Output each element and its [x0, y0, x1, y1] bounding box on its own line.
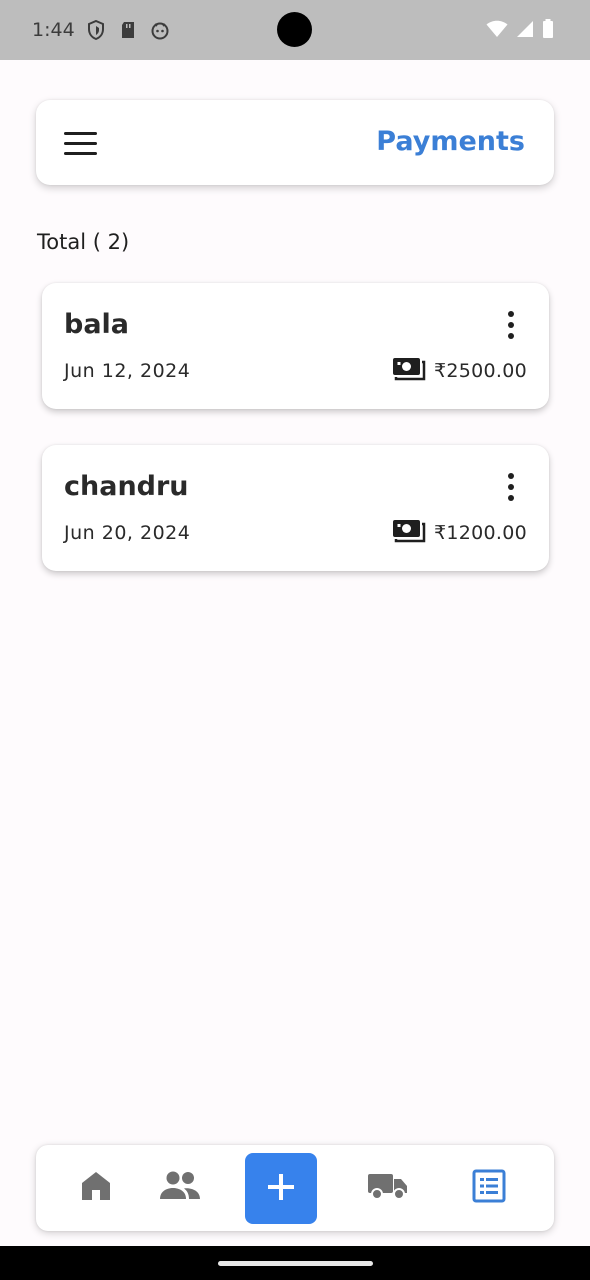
payment-date: Jun 12, 2024 — [64, 360, 191, 382]
status-time: 1:44 — [32, 19, 75, 41]
payment-amount: ₹2500.00 — [433, 360, 527, 382]
battery-icon — [542, 19, 554, 43]
system-gesture-bar — [0, 1246, 590, 1280]
people-icon — [159, 1170, 201, 1206]
status-system-icons — [486, 19, 554, 43]
top-app-bar: Payments — [36, 100, 554, 185]
sd-card-icon — [118, 20, 138, 40]
add-payment-button[interactable] — [245, 1153, 317, 1224]
menu-icon-line — [64, 141, 97, 145]
home-gesture-handle[interactable] — [218, 1261, 373, 1266]
bottom-navigation — [36, 1145, 554, 1231]
money-icon — [392, 357, 426, 385]
more-options-button[interactable] — [501, 311, 521, 339]
menu-button[interactable] — [64, 124, 108, 162]
menu-icon-line — [64, 131, 97, 135]
nav-delivery-button[interactable] — [365, 1167, 411, 1209]
status-notification-icons — [86, 19, 170, 41]
payment-customer-name: bala — [64, 309, 130, 340]
payment-card[interactable]: chandru Jun 20, 2024 ₹1200.00 — [42, 445, 549, 571]
money-icon — [392, 519, 426, 547]
add-icon — [267, 1173, 295, 1205]
more-vert-dot — [508, 333, 514, 339]
truck-icon — [367, 1171, 409, 1205]
more-vert-dot — [508, 495, 514, 501]
page-title: Payments — [376, 126, 525, 157]
payment-customer-name: chandru — [64, 471, 189, 502]
more-options-button[interactable] — [501, 473, 521, 501]
more-vert-dot — [508, 473, 514, 479]
menu-icon-line — [64, 151, 97, 155]
android-face-icon — [150, 20, 170, 40]
payment-date: Jun 20, 2024 — [64, 522, 191, 544]
more-vert-dot — [508, 311, 514, 317]
payments-screen: 1:44 Payments Total (2) bala Jun 12, 20… — [0, 0, 590, 1280]
list-icon — [472, 1169, 506, 1207]
payment-amount-group: ₹2500.00 — [392, 357, 527, 385]
payment-card[interactable]: bala Jun 12, 2024 ₹2500.00 — [42, 283, 549, 409]
more-vert-dot — [508, 322, 514, 328]
status-bar: 1:44 — [0, 0, 590, 60]
nav-people-button[interactable] — [157, 1167, 203, 1209]
total-count-label: Total ( 2) — [37, 230, 130, 254]
front-camera — [277, 12, 312, 47]
more-vert-dot — [508, 484, 514, 490]
payment-amount: ₹1200.00 — [433, 522, 527, 544]
wifi-icon — [486, 20, 508, 42]
home-icon — [79, 1169, 113, 1207]
nav-home-button[interactable] — [73, 1167, 119, 1209]
payment-amount-group: ₹1200.00 — [392, 519, 527, 547]
cell-signal-icon — [516, 20, 534, 42]
nav-payments-button[interactable] — [466, 1167, 512, 1209]
shield-icon — [86, 19, 106, 41]
